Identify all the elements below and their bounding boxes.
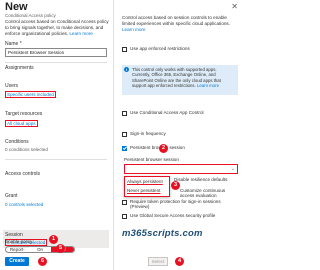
persistent-session-checkbox[interactable]: Persistent browser session: [122, 145, 240, 151]
checkbox-icon[interactable]: [122, 213, 127, 219]
intro-text: Control access based on Conditional Acce…: [5, 19, 109, 36]
new-policy-panel: New Conditional Access policy Control ac…: [0, 0, 114, 270]
policy-name-input[interactable]: Persistent Browser Session: [5, 48, 107, 57]
create-button[interactable]: Create: [5, 257, 29, 266]
session-intro-text: Control access based on session controls…: [122, 15, 231, 32]
name-label: Name *: [5, 41, 22, 47]
info-banner: i This control only works with supported…: [122, 65, 238, 95]
customize-cae-checkbox[interactable]: Customize continuous access evaluation: [122, 188, 240, 198]
persistent-session-label: Persistent browser session: [124, 157, 179, 162]
close-icon[interactable]: ✕: [231, 2, 238, 11]
checkbox-icon[interactable]: [122, 46, 127, 52]
assignments-label: Assignments: [5, 65, 34, 71]
divider: [5, 159, 107, 160]
grant-link[interactable]: 0 controls selected: [5, 202, 43, 207]
step-badge-1: 1: [49, 235, 58, 244]
target-resources-link[interactable]: All cloud apps: [5, 120, 38, 127]
page-title: New: [5, 1, 28, 13]
access-controls-label: Access controls: [5, 171, 41, 177]
checkbox-icon[interactable]: [122, 199, 127, 205]
info-learn-more-link[interactable]: Learn more: [197, 83, 219, 88]
persistent-session-select[interactable]: ⌄: [124, 164, 238, 174]
checkbox-icon[interactable]: [122, 131, 127, 137]
step-badge-5: 5: [56, 244, 65, 253]
require-token-protection-checkbox[interactable]: Require token protection for sign-in ses…: [122, 199, 240, 209]
grant-label: Grant: [5, 193, 18, 199]
option-always-persistent[interactable]: Always persistent: [127, 179, 163, 184]
sign-in-frequency-checkbox[interactable]: Sign-in frequency: [122, 131, 240, 137]
divider: [5, 62, 107, 63]
toggle-report-only[interactable]: Report-only: [6, 247, 29, 252]
session-learn-more-link[interactable]: Learn more: [122, 27, 146, 32]
step-badge-2: 2: [159, 144, 168, 153]
session-label: Session: [5, 232, 23, 238]
checkbox-checked-icon[interactable]: [122, 145, 127, 151]
select-button[interactable]: Select: [148, 257, 168, 266]
cond-access-app-control-checkbox[interactable]: Use Conditional Access App Control: [122, 110, 240, 116]
users-label: Users: [5, 83, 19, 89]
watermark-logo: m365scripts.com: [122, 228, 203, 239]
target-resources-label: Target resources: [5, 111, 43, 117]
global-secure-access-checkbox[interactable]: Use Global Secure Access security profil…: [122, 213, 240, 219]
session-panel: ✕ Control access based on session contro…: [118, 0, 241, 270]
enable-policy-label: Enable policy: [5, 239, 33, 244]
step-badge-6: 6: [38, 257, 47, 266]
disable-resilience-checkbox[interactable]: Disable resilience defaults: [174, 177, 240, 182]
learn-more-link[interactable]: Learn more: [69, 31, 93, 36]
toggle-on[interactable]: On: [28, 247, 52, 252]
info-icon: i: [124, 67, 129, 72]
app-enforced-restrictions-checkbox[interactable]: Use app enforced restrictions: [122, 46, 240, 52]
step-badge-3: 3: [171, 181, 180, 190]
checkbox-icon[interactable]: [122, 110, 127, 116]
conditions-label: Conditions: [5, 139, 29, 145]
page-subtitle: Conditional Access policy: [5, 13, 56, 18]
users-link[interactable]: Specific users included: [5, 91, 56, 98]
conditions-link[interactable]: 0 conditions selected: [5, 147, 48, 152]
step-badge-4: 4: [175, 257, 184, 266]
chevron-down-icon: ⌄: [230, 166, 235, 172]
